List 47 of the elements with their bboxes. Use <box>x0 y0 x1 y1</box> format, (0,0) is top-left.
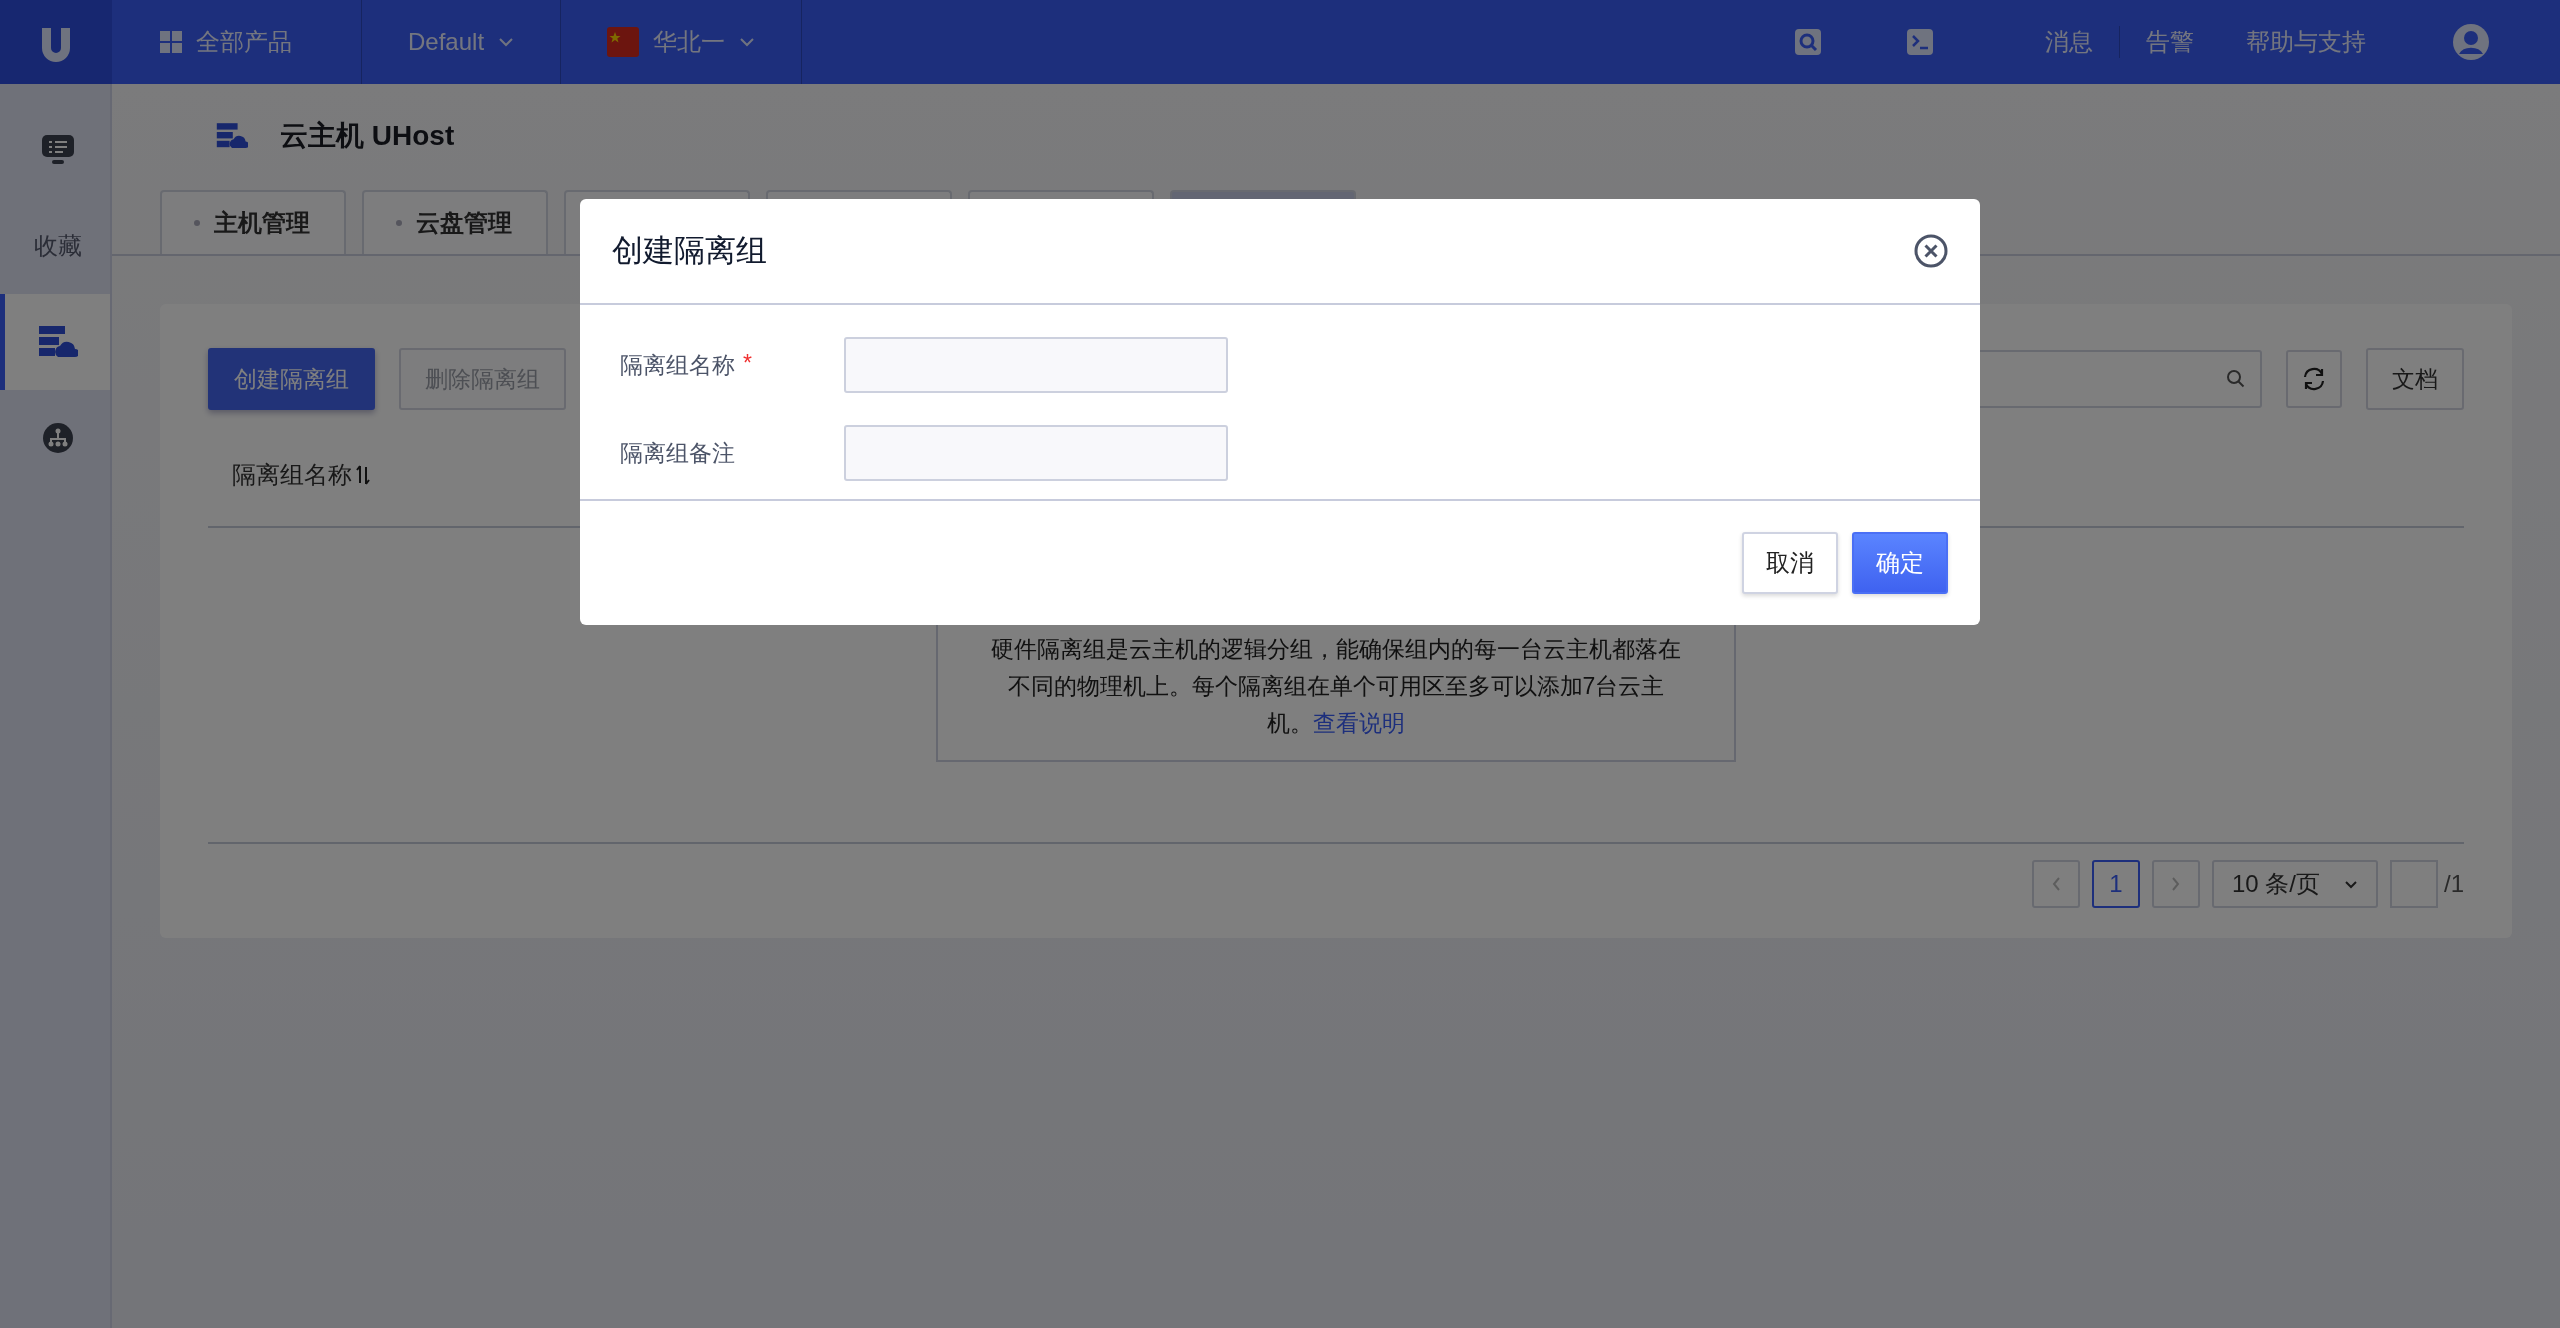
refresh-icon <box>2301 367 2327 391</box>
terminal-icon[interactable] <box>1907 29 1933 55</box>
server-cloud-icon <box>37 325 78 359</box>
grid-icon <box>160 31 182 53</box>
required-mark: * <box>743 349 752 378</box>
products-label: 全部产品 <box>196 27 292 57</box>
page-button[interactable]: 1 <box>2092 860 2140 908</box>
prev-page-button[interactable] <box>2032 860 2080 908</box>
tab[interactable]: 主机管理 <box>160 190 346 254</box>
chevron-left-icon <box>2051 876 2061 892</box>
column-header[interactable]: 隔离组名称 <box>232 459 352 491</box>
close-icon[interactable] <box>1914 234 1948 268</box>
search-icon <box>2226 369 2246 389</box>
network-icon <box>41 422 74 454</box>
avatar-icon[interactable] <box>2452 23 2490 61</box>
page-total: /1 <box>2444 870 2464 898</box>
cancel-button[interactable]: 取消 <box>1742 532 1838 594</box>
chevron-down-icon <box>498 37 515 47</box>
page-title: 云主机 UHost <box>280 119 455 153</box>
next-page-button[interactable] <box>2152 860 2200 908</box>
input-field[interactable] <box>844 425 1228 481</box>
nav-link[interactable]: 告警 <box>2120 26 2220 58</box>
region-label: 华北一 <box>653 27 726 57</box>
empty-state-text: 硬件隔离组是云主机的逻辑分组，能确保组内的每一台云主机都落在不同的物理机上。每个隔离组在单个可用区至多可以添加7台云主机。查看说明 <box>990 635 1682 738</box>
tab[interactable]: 云盘管理 <box>362 190 548 254</box>
chevron-down-icon <box>2344 879 2358 889</box>
field-label: 隔离组名称 <box>620 350 735 380</box>
help-link[interactable]: 查看说明 <box>1313 710 1405 736</box>
nav-link[interactable]: 帮助与支持 <box>2220 26 2392 58</box>
input-field[interactable] <box>844 337 1228 393</box>
field-label: 隔离组备注 <box>620 438 735 468</box>
action-button[interactable]: 创建隔离组 <box>208 348 375 410</box>
flag-icon <box>607 27 640 57</box>
dialog-title: 创建隔离组 <box>612 232 767 270</box>
refresh-button[interactable] <box>2286 350 2342 408</box>
sort-icon[interactable] <box>356 464 370 486</box>
monitor-icon <box>40 134 75 166</box>
chevron-right-icon <box>2171 876 2181 892</box>
confirm-button[interactable]: 确定 <box>1852 532 1948 594</box>
docs-button[interactable]: 文档 <box>2366 348 2464 410</box>
sidebar-item[interactable]: 收藏 <box>0 198 110 294</box>
search-icon[interactable] <box>1795 29 1821 55</box>
project-label: Default <box>408 28 485 56</box>
sidebar-item[interactable] <box>0 294 110 390</box>
chevron-down-icon <box>739 37 756 47</box>
page-size-select[interactable]: 10 条/页 <box>2212 860 2378 908</box>
server-cloud-icon <box>216 122 248 150</box>
